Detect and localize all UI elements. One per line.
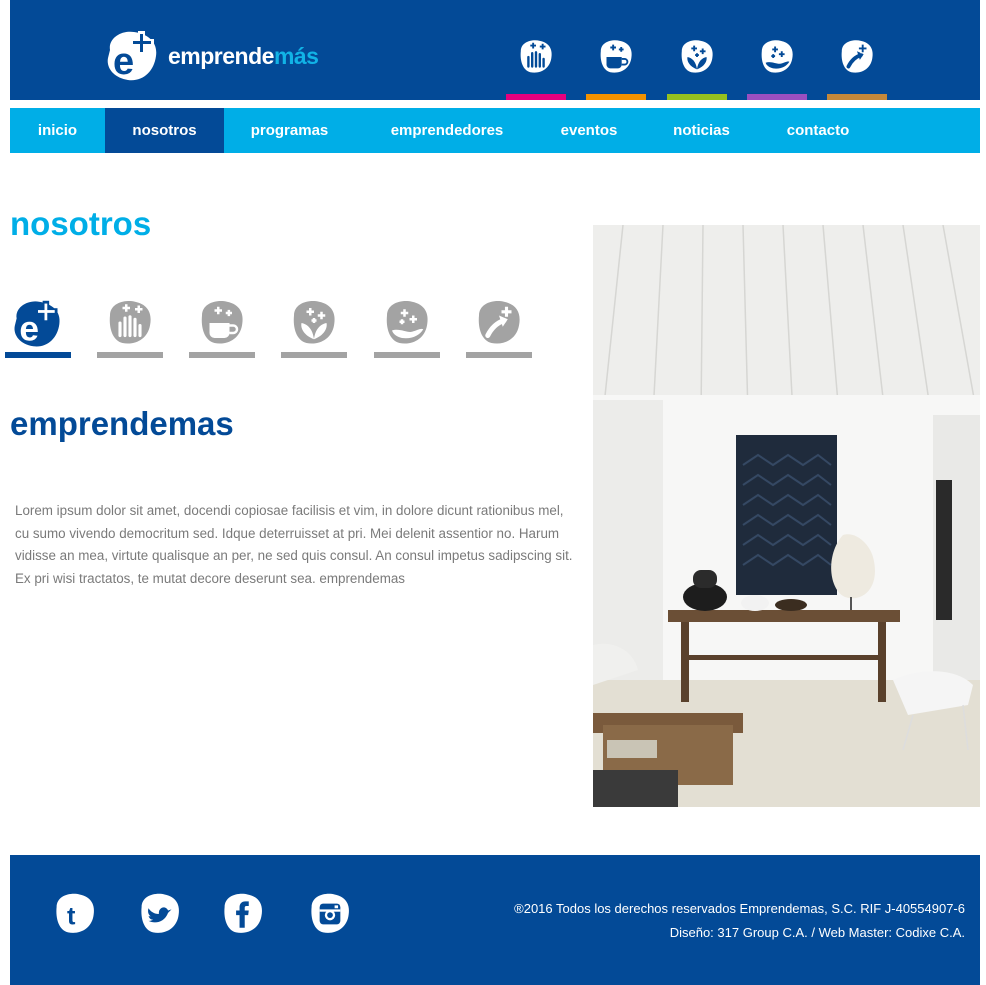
tab-hand[interactable] — [97, 298, 163, 360]
nav-item-emprendedores[interactable]: emprendedores — [355, 108, 539, 153]
nav-item-inicio[interactable]: inicio — [10, 108, 105, 153]
arrow-plus-icon — [478, 301, 520, 344]
cup-plus-icon — [600, 40, 632, 73]
page-title: nosotros — [10, 205, 152, 242]
site-footer: t ®2016 Todos los derechos reservados Em… — [10, 855, 980, 985]
tab-leaf[interactable] — [281, 298, 347, 360]
nav-item-eventos[interactable]: eventos — [539, 108, 639, 153]
program-icon-arrow[interactable] — [827, 38, 887, 100]
tab-underline — [281, 352, 347, 358]
program-icon-leaf[interactable] — [667, 38, 727, 100]
program-icon-cup[interactable] — [586, 38, 646, 100]
program-color-bar — [827, 94, 887, 100]
nav-item-contacto[interactable]: contacto — [764, 108, 872, 153]
emprendemas-logo-icon: e — [107, 31, 157, 83]
program-icon-hand-hold[interactable] — [747, 38, 807, 100]
facebook-link[interactable] — [220, 891, 266, 937]
leaf-plus-icon — [681, 40, 713, 73]
about-paragraph: Lorem ipsum dolor sit amet, docendi copi… — [15, 503, 573, 586]
site-logo[interactable]: e emprendemás — [104, 28, 319, 84]
section-title: emprendemas — [10, 405, 234, 442]
credits-text: Diseño: 317 Group C.A. / Web Master: Cod… — [669, 925, 965, 940]
emprendemas-logo-icon: e — [14, 300, 60, 349]
nav-item-nosotros[interactable]: nosotros — [105, 108, 224, 153]
svg-text:t: t — [67, 902, 76, 930]
tab-underline — [374, 352, 440, 358]
nav-item-noticias[interactable]: noticias — [639, 108, 764, 153]
hand-plus-icon — [520, 40, 552, 73]
interior-photo-illustration — [593, 225, 980, 807]
hand-hold-plus-icon — [386, 301, 428, 344]
svg-text:e: e — [19, 310, 39, 349]
tab-arrow[interactable] — [466, 298, 532, 360]
program-color-bar — [506, 94, 566, 100]
program-color-bar — [747, 94, 807, 100]
interior-photo — [593, 225, 980, 807]
program-tabs: e — [5, 298, 535, 362]
svg-text:e: e — [113, 41, 134, 83]
tab-cup[interactable] — [189, 298, 255, 360]
copyright-text: ®2016 Todos los derechos reservados Empr… — [514, 901, 965, 916]
program-icon-hand[interactable] — [506, 38, 566, 100]
hand-plus-icon — [109, 301, 151, 344]
twitter-icon — [141, 893, 179, 933]
program-color-bar — [586, 94, 646, 100]
tab-underline — [466, 352, 532, 358]
facebook-icon — [224, 893, 262, 933]
program-color-bar — [667, 94, 727, 100]
tab-underline — [5, 352, 71, 358]
hand-hold-plus-icon — [761, 40, 793, 73]
nav-item-programas[interactable]: programas — [224, 108, 355, 153]
logo-wordmark: emprendemás — [168, 42, 319, 69]
tab-emprendemas[interactable]: e — [5, 298, 71, 360]
instagram-link[interactable] — [307, 891, 353, 937]
cup-plus-icon — [201, 301, 243, 344]
leaf-plus-icon — [293, 301, 335, 344]
tumblr-link[interactable]: t — [52, 891, 98, 937]
main-nav: inicio nosotros programas emprendedores … — [10, 108, 980, 153]
tab-hand-hold[interactable] — [374, 298, 440, 360]
tab-underline — [189, 352, 255, 358]
arrow-plus-icon — [841, 40, 873, 73]
twitter-link[interactable] — [137, 891, 183, 937]
instagram-icon — [311, 893, 349, 933]
copyright-block: ®2016 Todos los derechos reservados Empr… — [514, 897, 965, 945]
tab-underline — [97, 352, 163, 358]
tumblr-icon: t — [56, 893, 94, 933]
site-header: e emprendemás — [10, 0, 980, 100]
